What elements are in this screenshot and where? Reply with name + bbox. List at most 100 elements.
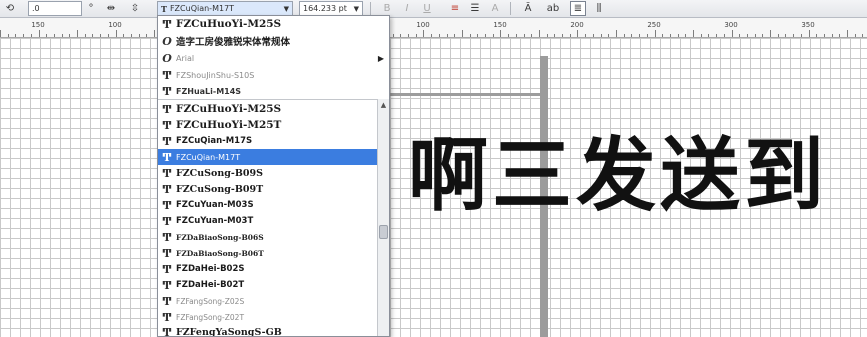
truetype-icon: Ͳ [162, 84, 172, 98]
ruler-label: 350 [801, 21, 815, 29]
property-toolbar: ⟲ .0 ° ⇹ ⇳ T FZCuQian-M17T ▼ 164.233 pt … [0, 0, 867, 18]
truetype-icon: Ͳ [162, 278, 172, 292]
recent-font-item[interactable]: Ͳ FZCuHuoYi-M25S [158, 16, 389, 32]
recent-fonts-section: Ͳ FZCuHuoYi-M25S O 造字工房俊雅锐宋体常规体 O Arial … [158, 16, 389, 99]
font-list-item[interactable]: Ͳ FZCuHuoYi-M25S [158, 101, 377, 117]
recent-font-item[interactable]: Ͳ FZHuaLi-M14S [158, 83, 389, 99]
truetype-icon: Ͳ [162, 118, 172, 132]
truetype-icon: Ͳ [162, 150, 172, 164]
chevron-down-icon: ▼ [283, 4, 289, 13]
font-item-label: FZCuSong-B09S [176, 167, 263, 179]
truetype-icon: T [161, 3, 167, 14]
font-size-value: 164.233 pt [303, 4, 347, 13]
rotation-input[interactable]: .0 [28, 1, 82, 16]
font-item-label: FZCuQian-M17S [176, 136, 253, 146]
truetype-icon: Ͳ [162, 166, 172, 180]
font-item-label: FZCuYuan-M03S [176, 200, 254, 210]
underline-icon[interactable]: U [420, 1, 434, 16]
bold-icon[interactable]: B [380, 1, 394, 16]
vertical-text-icon[interactable]: ⫼ [592, 1, 606, 16]
font-item-label: FZCuHuoYi-M25S [176, 103, 282, 115]
font-name-dropdown[interactable]: T FZCuQian-M17T ▼ [157, 1, 293, 16]
ruler-label: 150 [493, 21, 507, 29]
font-item-label: FZCuYuan-M03T [176, 216, 254, 226]
truetype-icon: Ͳ [162, 17, 172, 31]
font-list-item[interactable]: Ͳ FZCuYuan-M03T [158, 213, 377, 229]
ruler-label: 250 [647, 21, 661, 29]
scrollbar-thumb[interactable] [379, 225, 388, 239]
ruler-label: 100 [416, 21, 430, 29]
font-list-item[interactable]: Ͳ FZCuQian-M17S [158, 133, 377, 149]
truetype-icon: Ͳ [162, 68, 172, 82]
ruler-label: 300 [724, 21, 738, 29]
font-item-label: FZCuHuoYi-M25S [176, 18, 282, 30]
edit-text-icon[interactable]: ab [546, 1, 560, 16]
font-list-item[interactable]: Ͳ FZCuHuoYi-M25T [158, 117, 377, 133]
bullet-list-icon[interactable]: ☰ [468, 1, 482, 16]
font-list-scrollbar[interactable]: ▲ [377, 99, 389, 336]
italic-icon[interactable]: I [400, 1, 414, 16]
ruler-label: 200 [570, 21, 584, 29]
ruler-label: 100 [108, 21, 122, 29]
font-item-label: FZCuSong-B09T [176, 183, 264, 195]
toolbar-divider [510, 2, 511, 15]
font-list-item[interactable]: Ͳ FZDaBiaoSong-B06S [158, 229, 377, 245]
recent-font-item[interactable]: O 造字工房俊雅锐宋体常规体 [158, 33, 389, 49]
truetype-icon: Ͳ [162, 230, 172, 244]
horizontal-ruler: 150 100 50 0 50 100 150 200 250 300 350 … [0, 18, 867, 38]
font-item-label: FZFangSong-Z02T [176, 312, 245, 322]
truetype-icon: Ͳ [162, 214, 172, 228]
rotation-icon: ⟲ [5, 3, 15, 14]
toolbar-divider [370, 2, 371, 15]
mirror-horizontal-icon[interactable]: ⇹ [104, 1, 118, 16]
font-list-item[interactable]: Ͳ FZDaBiaoSong-B06T [158, 245, 377, 261]
drop-cap-icon[interactable]: A [488, 1, 502, 16]
font-item-label: FZFangSong-Z02S [176, 296, 245, 306]
truetype-icon: Ͳ [162, 198, 172, 212]
scroll-up-arrow-icon[interactable]: ▲ [378, 99, 389, 111]
font-name-value: FZCuQian-M17T [169, 4, 235, 13]
font-item-label: FZDaHei-B02T [176, 280, 245, 290]
degree-icon: ° [88, 3, 94, 14]
all-fonts-list[interactable]: Ͳ FZCuHuoYi-M25S Ͳ FZCuHuoYi-M25T Ͳ FZCu… [158, 99, 377, 337]
font-size-dropdown[interactable]: 164.233 pt ▼ [299, 1, 363, 16]
truetype-icon: Ͳ [162, 325, 172, 337]
font-item-label: FZShouJinShu-S10S [176, 70, 255, 80]
truetype-icon: Ͳ [162, 310, 172, 324]
font-list-item[interactable]: Ͳ FZCuSong-B09S [158, 165, 377, 181]
chevron-down-icon: ▼ [353, 4, 359, 13]
text-align-icon[interactable]: ≡ [448, 1, 462, 16]
mirror-vertical-icon[interactable]: ⇳ [128, 1, 142, 16]
character-formatting-icon[interactable]: Ā [520, 1, 536, 16]
font-list-item[interactable]: Ͳ FZFengYaSongS-GB [158, 324, 377, 337]
truetype-icon: Ͳ [162, 182, 172, 196]
font-item-label: FZDaHei-B02S [176, 264, 245, 274]
font-item-label: FZHuaLi-M14S [176, 86, 242, 96]
submenu-arrow-icon: ▶ [377, 53, 384, 63]
font-list-item[interactable]: Ͳ FZCuYuan-M03S [158, 197, 377, 213]
font-list-dropdown[interactable]: Ͳ FZCuHuoYi-M25S O 造字工房俊雅锐宋体常规体 O Arial … [157, 15, 390, 337]
font-item-label: FZCuHuoYi-M25T [176, 119, 282, 131]
artistic-text[interactable]: 啊三发送到 [408, 130, 828, 222]
rotation-value: .0 [32, 4, 40, 13]
font-item-label: FZCuQian-M17T [176, 152, 241, 162]
truetype-icon: Ͳ [162, 102, 172, 116]
recent-font-item[interactable]: Ͳ FZShouJinShu-S10S [158, 67, 389, 83]
font-list-item-selected[interactable]: Ͳ FZCuQian-M17T [158, 149, 377, 165]
opentype-icon: O [162, 51, 172, 65]
page-border-top [386, 93, 544, 96]
opentype-icon: O [162, 34, 172, 48]
recent-font-item[interactable]: O Arial ▶ [158, 50, 389, 66]
font-list-item[interactable]: Ͳ FZCuSong-B09T [158, 181, 377, 197]
font-list-item[interactable]: Ͳ FZDaHei-B02S [158, 261, 377, 277]
ruler-label: 150 [31, 21, 45, 29]
horizontal-text-icon[interactable]: ≣ [570, 1, 586, 16]
font-list-item[interactable]: Ͳ FZFangSong-Z02T [158, 309, 377, 325]
truetype-icon: Ͳ [162, 246, 172, 260]
font-list-item[interactable]: Ͳ FZDaHei-B02T [158, 277, 377, 293]
font-list-item[interactable]: Ͳ FZFangSong-Z02S [158, 293, 377, 309]
font-item-label: FZDaBiaoSong-B06T [176, 248, 264, 258]
truetype-icon: Ͳ [162, 134, 172, 148]
font-item-label: FZFengYaSongS-GB [176, 326, 282, 337]
truetype-icon: Ͳ [162, 294, 172, 308]
